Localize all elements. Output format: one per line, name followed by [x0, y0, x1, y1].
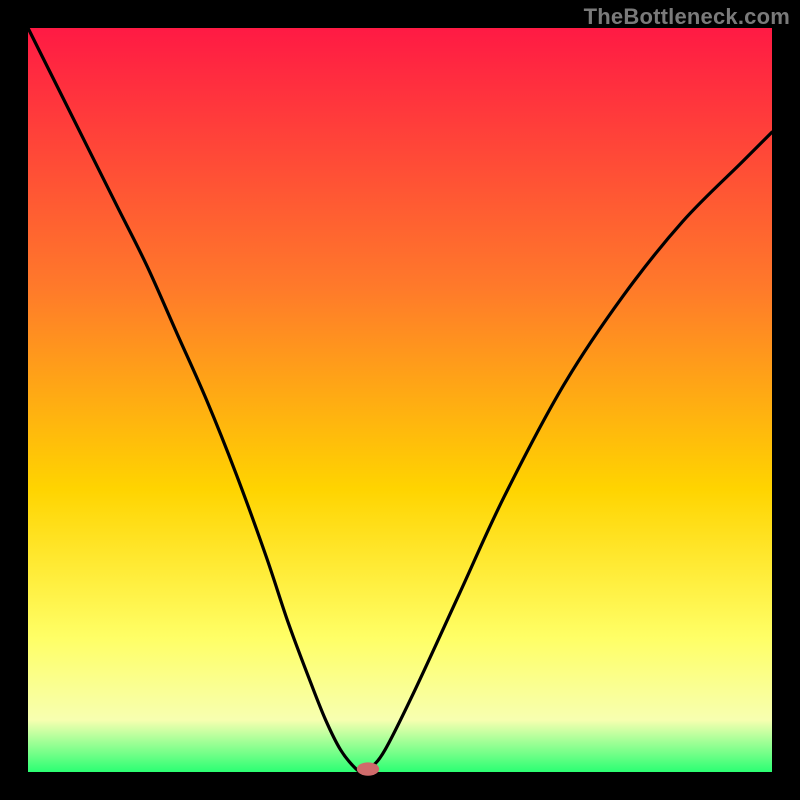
chart-container: TheBottleneck.com: [0, 0, 800, 800]
watermark-text: TheBottleneck.com: [584, 4, 790, 30]
bottleneck-chart: [0, 0, 800, 800]
minimum-marker: [357, 762, 379, 775]
plot-area: [28, 28, 772, 772]
